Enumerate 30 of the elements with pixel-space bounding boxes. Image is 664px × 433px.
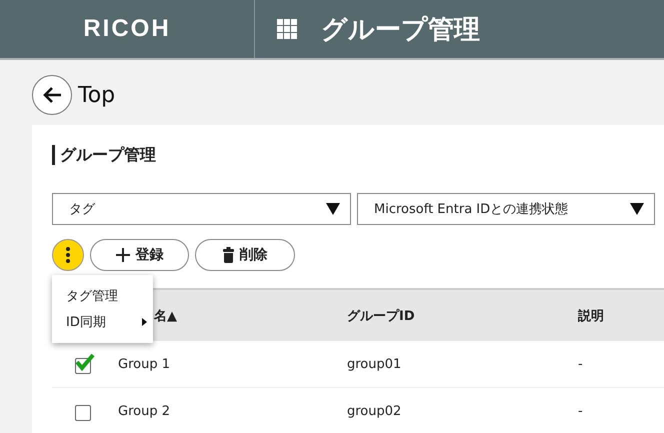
menu-item[interactable]: ID同期 bbox=[52, 309, 153, 335]
column-header[interactable]: グループID bbox=[347, 308, 415, 324]
add-button[interactable]: 登録 bbox=[90, 239, 189, 271]
delete-button[interactable]: 削除 bbox=[195, 239, 295, 271]
back-arrow-icon bbox=[42, 86, 62, 104]
back-label[interactable]: Top bbox=[78, 82, 116, 108]
table-cell: - bbox=[578, 356, 583, 372]
back-button[interactable] bbox=[32, 75, 72, 115]
page-title: グループ管理 bbox=[321, 14, 480, 46]
dropdown-arrow-icon bbox=[630, 203, 644, 215]
more-icon bbox=[66, 247, 70, 263]
table-cell: group02 bbox=[347, 404, 402, 418]
logo: RICOH bbox=[0, 0, 255, 58]
table-cell: - bbox=[578, 404, 583, 418]
dropdown-arrow-icon bbox=[326, 203, 340, 215]
plus-icon bbox=[116, 248, 130, 262]
filter-dropdown[interactable]: タグ bbox=[52, 193, 351, 225]
column-header[interactable]: 名▲ bbox=[154, 308, 177, 324]
section-title: グループ管理 bbox=[52, 145, 664, 165]
filter-dropdown[interactable]: Microsoft Entra IDとの連携状態 bbox=[357, 193, 655, 225]
menu-item[interactable]: タグ管理 bbox=[52, 283, 153, 309]
submenu-arrow-icon bbox=[142, 318, 147, 326]
column-header[interactable]: 説明 bbox=[578, 308, 604, 324]
table-cell: Group 2 bbox=[118, 404, 170, 418]
trash-icon bbox=[222, 247, 234, 263]
more-button[interactable] bbox=[52, 239, 84, 271]
table-cell: group01 bbox=[347, 356, 402, 372]
table-cell: Group 1 bbox=[118, 356, 170, 372]
apps-grid-icon[interactable] bbox=[277, 19, 297, 39]
row-checkbox[interactable] bbox=[75, 353, 95, 375]
